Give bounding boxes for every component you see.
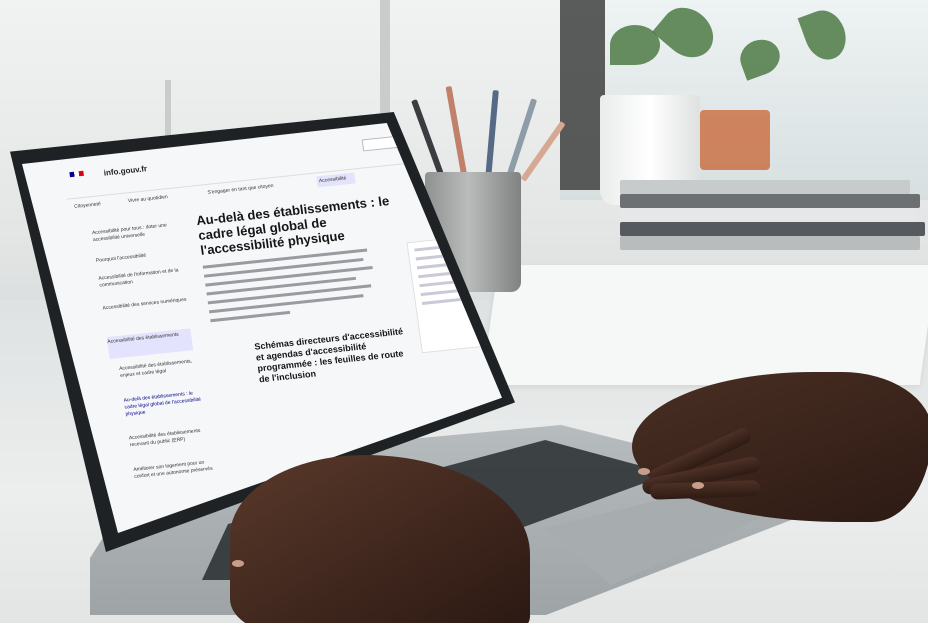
photo-scene: info.gouv.fr Citoyenneté Vivre au quotid…: [0, 0, 928, 623]
fingernail: [638, 468, 650, 475]
nav-item[interactable]: Vivre au quotidien: [128, 194, 169, 204]
nav-item[interactable]: S'engager en tant que citoyen: [207, 183, 274, 196]
sidebar-subitem[interactable]: Accessibilité des établissements recevan…: [129, 427, 211, 449]
book-stack: [620, 180, 928, 260]
section-heading: Schémas directeurs d'accessibilité et ag…: [253, 326, 405, 385]
text-line: [210, 310, 291, 323]
toc-line: [414, 245, 440, 252]
sidebar-subitem-current[interactable]: Au-delà des établissements : le cadre lé…: [123, 389, 206, 418]
sidebar-subitem[interactable]: Accessibilité des établissements, enjeux…: [119, 358, 201, 380]
sidebar-item[interactable]: Accessibilité pour tous : doter une acce…: [92, 220, 193, 244]
book: [620, 194, 920, 208]
sidebar-item[interactable]: Accessibilité de l'information et de la …: [98, 265, 199, 289]
book: [620, 222, 925, 236]
site-brand[interactable]: info.gouv.fr: [103, 164, 147, 177]
orange-pot: [700, 110, 770, 170]
sidebar-subitem[interactable]: Améliorer son logement pour un confort e…: [133, 459, 215, 481]
toc-line: [418, 271, 454, 279]
book: [620, 208, 915, 222]
sidebar-item[interactable]: Pourquoi l'accessibilité: [96, 247, 196, 264]
window-shade: [560, 0, 605, 190]
book: [620, 180, 910, 194]
republique-flag-icon: [69, 170, 84, 178]
sidebar-item[interactable]: Accessibilité des services numériques: [102, 295, 202, 312]
fingernail: [232, 560, 244, 567]
intro-paragraph: [202, 248, 380, 323]
fingernail: [692, 482, 704, 489]
nav-item[interactable]: Citoyenneté: [74, 201, 101, 210]
toc-line: [420, 288, 461, 297]
paper-stack: [481, 265, 928, 385]
book: [620, 236, 920, 250]
